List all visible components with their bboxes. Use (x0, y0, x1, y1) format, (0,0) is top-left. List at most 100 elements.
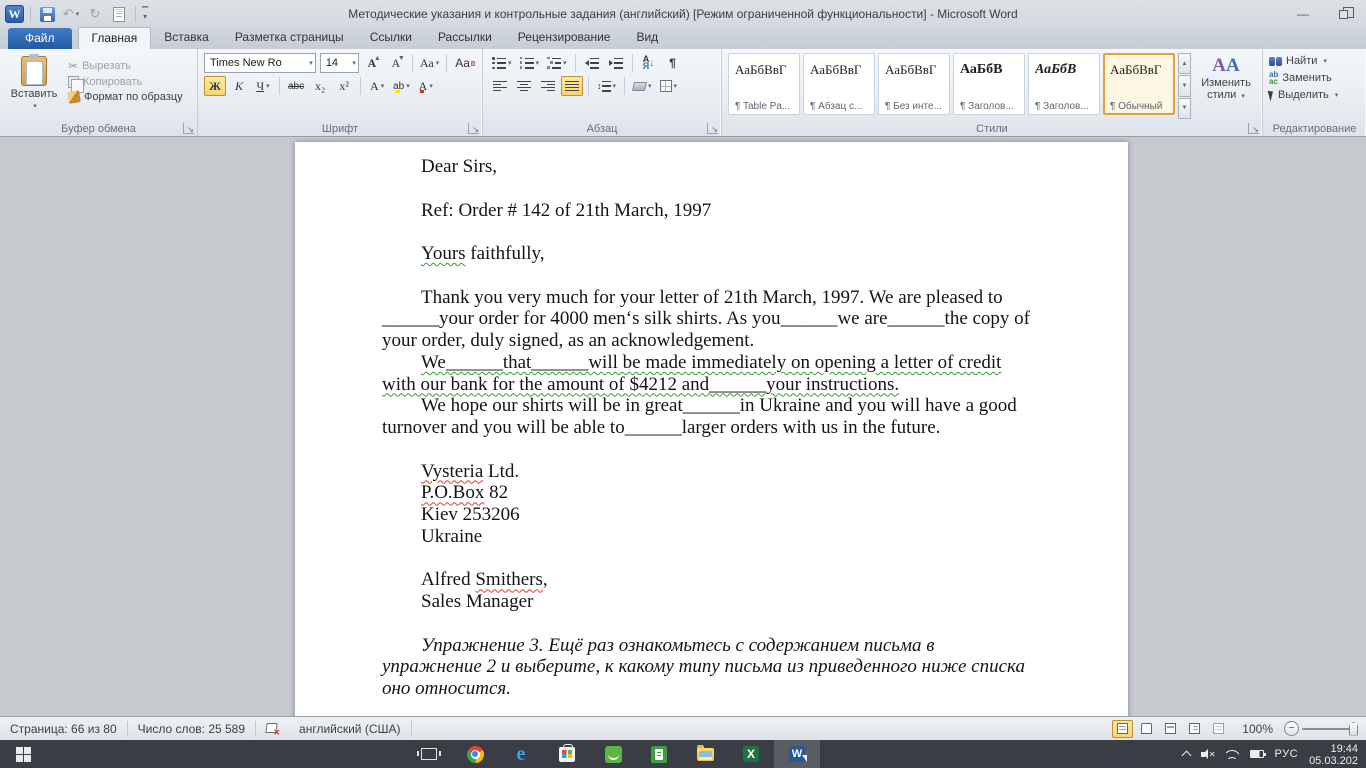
style-item-0[interactable]: АаБбВвГ ¶ Table Pa... (728, 53, 800, 115)
outline-view-button[interactable] (1184, 720, 1205, 738)
find-button[interactable]: Найти ▾ (1269, 55, 1362, 67)
shading-button[interactable]: ▾ (630, 76, 655, 96)
word-taskbar-button[interactable]: W (774, 740, 820, 768)
style-item-2[interactable]: АаБбВвГ ¶ Без инте... (878, 53, 950, 115)
battery-icon[interactable] (1249, 750, 1266, 758)
font-dialog-launcher[interactable]: ↘ (468, 123, 479, 134)
cut-button[interactable]: ✂ Вырезать (68, 59, 183, 73)
store-taskbar-button[interactable] (544, 740, 590, 768)
tab-view[interactable]: Вид (623, 27, 671, 49)
underline-button[interactable]: Ч ▾ (252, 76, 274, 96)
align-left-button[interactable] (489, 76, 511, 96)
draft-view-button[interactable] (1208, 720, 1229, 738)
show-hidden-icons-button[interactable] (1181, 750, 1191, 761)
input-language-indicator[interactable]: РУС (1275, 748, 1299, 760)
undo-button[interactable]: ↶ ▾ (61, 4, 81, 24)
edge-taskbar-button[interactable]: e (498, 740, 544, 768)
align-center-button[interactable] (513, 76, 535, 96)
font-color-button[interactable]: А ▾ (415, 76, 437, 96)
minimize-button[interactable]: — (1290, 5, 1316, 23)
decrease-indent-button[interactable] (581, 53, 603, 73)
tab-review[interactable]: Рецензирование (505, 27, 624, 49)
highlight-color-button[interactable]: ab ▾ (390, 76, 413, 96)
scroll-down-icon[interactable]: ▼ (1178, 75, 1191, 97)
style-item-3[interactable]: АаБбВ ¶ Заголов... (953, 53, 1025, 115)
page-indicator[interactable]: Страница: 66 из 80 (0, 720, 128, 737)
shrink-font-button[interactable]: А ▼ (385, 53, 407, 73)
download-manager-taskbar-button[interactable] (590, 740, 636, 768)
zoom-out-button[interactable]: − (1284, 721, 1299, 736)
file-explorer-taskbar-button[interactable] (682, 740, 728, 768)
styles-gallery-scroll[interactable]: ▲ ▼ ▼ (1178, 53, 1191, 119)
zoom-level[interactable]: 100% (1242, 722, 1273, 736)
borders-button[interactable]: ▾ (657, 76, 681, 96)
copy-icon (68, 76, 84, 93)
word-logo-icon[interactable]: W (5, 5, 24, 23)
superscript-button[interactable]: x² (333, 76, 355, 96)
task-view-button[interactable] (406, 740, 452, 768)
tab-references[interactable]: Ссылки (357, 27, 425, 49)
print-layout-view-button[interactable] (1112, 719, 1134, 738)
tab-mailings[interactable]: Рассылки (425, 27, 505, 49)
show-paragraph-marks-button[interactable]: ¶ (662, 53, 684, 73)
justify-button[interactable] (561, 76, 583, 96)
fullscreen-reading-view-button[interactable] (1136, 720, 1157, 738)
copy-button[interactable]: Копировать (68, 76, 183, 93)
quick-access-toolbar: W ↶ ▾ ↻ ▔ ▾ (0, 0, 148, 28)
sort-button[interactable]: А Я ↓ (638, 53, 660, 73)
clipboard-dialog-launcher[interactable]: ↘ (183, 123, 194, 134)
scroll-up-icon[interactable]: ▲ (1178, 53, 1191, 75)
style-item-1[interactable]: АаБбВвГ ¶ Абзац с... (803, 53, 875, 115)
redo-button[interactable]: ↻ (85, 4, 105, 24)
restore-button[interactable] (1330, 5, 1356, 23)
select-button[interactable]: Выделить ▾ (1267, 89, 1362, 101)
align-right-button[interactable] (537, 76, 559, 96)
change-styles-button[interactable]: АА Изменить стили ▾ (1195, 53, 1257, 119)
tab-file[interactable]: Файл (8, 28, 72, 49)
spellcheck-status[interactable] (256, 721, 289, 737)
zoom-slider-track[interactable] (1302, 727, 1354, 730)
bold-button[interactable]: Ж (204, 76, 226, 96)
volume-muted-icon[interactable]: ✕ (1200, 748, 1216, 760)
gallery-more-icon[interactable]: ▼ (1178, 97, 1191, 119)
styles-dialog-launcher[interactable]: ↘ (1248, 123, 1259, 134)
group-font: Times New Ro ▾ 14 ▾ А ▲ А ▼ Аа ▾ Aa Ж К Ч ▾ ab… (197, 49, 482, 136)
replace-button[interactable]: ab ac Заменить (1269, 71, 1362, 86)
zoom-slider-thumb[interactable] (1349, 721, 1358, 736)
subscript-button[interactable]: x₂ (309, 76, 331, 96)
language-indicator[interactable]: английский (США) (289, 720, 412, 737)
font-family-combo[interactable]: Times New Ro ▾ (204, 53, 316, 73)
change-case-button[interactable]: Аа ▾ (418, 53, 442, 73)
paragraph-dialog-launcher[interactable]: ↘ (707, 123, 718, 134)
print-preview-button[interactable] (109, 4, 129, 24)
customize-qat-button[interactable]: ▔ ▾ (142, 8, 148, 21)
clear-formatting-button[interactable]: Aa (452, 53, 478, 73)
multilevel-list-button[interactable]: ▾ (544, 53, 570, 73)
word-count[interactable]: Число слов: 25 589 (128, 720, 257, 737)
tab-page-layout[interactable]: Разметка страницы (222, 27, 357, 49)
strikethrough-button[interactable]: abc (285, 76, 307, 96)
excel-taskbar-button[interactable]: X (728, 740, 774, 768)
chrome-taskbar-button[interactable] (452, 740, 498, 768)
tab-insert[interactable]: Вставка (151, 27, 222, 49)
start-button[interactable] (0, 740, 46, 768)
line-spacing-button[interactable]: ↕ ▾ (594, 76, 619, 96)
style-item-5[interactable]: АаБбВвГ ¶ Обычный (1103, 53, 1175, 115)
font-size-combo[interactable]: 14 ▾ (319, 53, 359, 73)
document-page[interactable]: Dear Sirs, Ref: Order # 142 of 21th Marc… (295, 142, 1128, 716)
numbering-button[interactable]: ▾ (517, 53, 543, 73)
paste-button[interactable]: Вставить ▾ (6, 53, 62, 119)
notes-app-taskbar-button[interactable] (636, 740, 682, 768)
style-item-4[interactable]: АаБбВ ¶ Заголов... (1028, 53, 1100, 115)
increase-indent-button[interactable] (605, 53, 627, 73)
tab-home[interactable]: Главная (77, 27, 152, 49)
italic-button[interactable]: К (228, 76, 250, 96)
wifi-icon[interactable] (1225, 749, 1239, 759)
web-layout-view-button[interactable] (1160, 720, 1181, 738)
clock[interactable]: 19:44 05.03.202 (1309, 740, 1358, 768)
bullets-button[interactable]: ▾ (489, 53, 515, 73)
grow-font-button[interactable]: А ▲ (361, 53, 383, 73)
text-effects-button[interactable]: А ▾ (366, 76, 388, 96)
save-button[interactable] (37, 4, 57, 24)
format-painter-button[interactable]: Формат по образцу (67, 90, 183, 104)
